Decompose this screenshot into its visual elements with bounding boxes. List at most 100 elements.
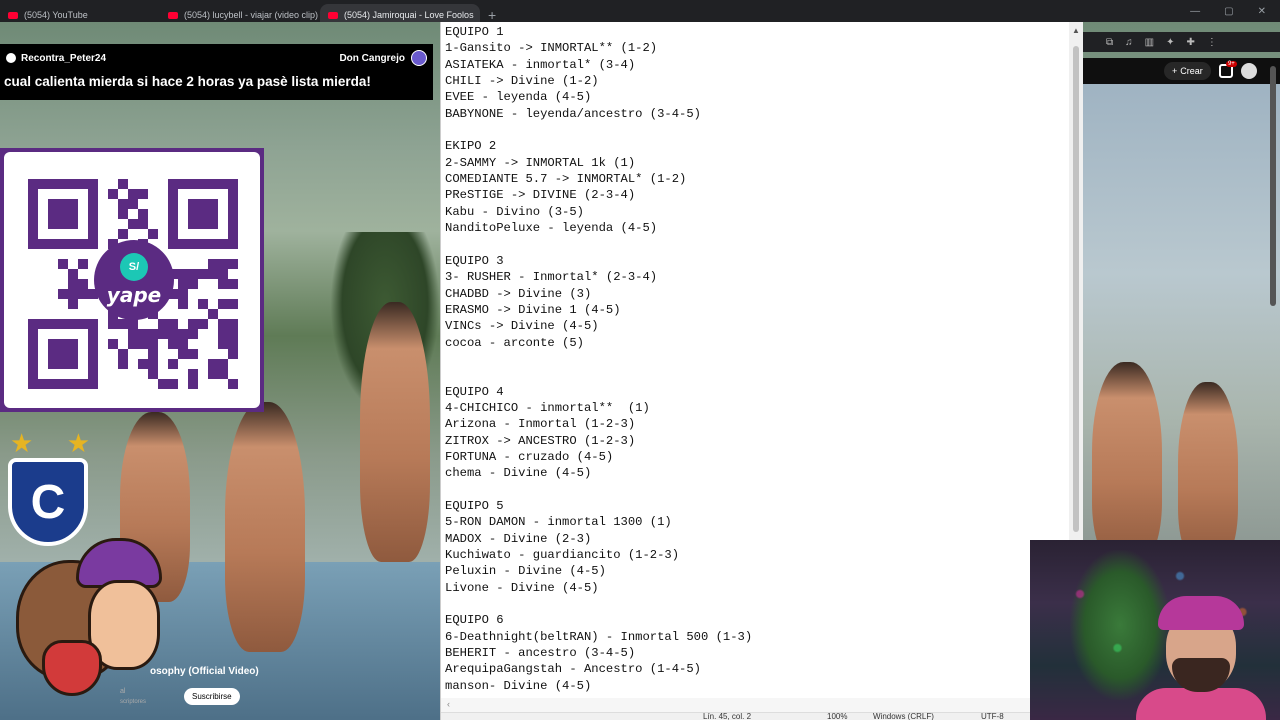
notepad-line: FORTUNA - cruzado (4-5) (445, 449, 614, 464)
donkey-mascot (6, 530, 166, 706)
video-title[interactable]: osophy (Official Video) (150, 666, 440, 682)
qr-module (68, 299, 78, 309)
qr-module (218, 319, 228, 329)
notification-count: 9+ (1225, 61, 1237, 67)
qr-module (148, 359, 158, 369)
music-icon[interactable]: ♫ (1125, 37, 1133, 48)
yape-wordmark: yape (106, 283, 162, 307)
minimize-icon[interactable]: — (1190, 6, 1200, 20)
notepad-line: 2-SAMMY -> INMORTAL 1k (1) (445, 155, 636, 170)
notepad-line: ASIATEKA - inmortal* (3-4) (445, 57, 636, 72)
notifications-bell-icon[interactable]: 9+ (1218, 61, 1237, 78)
qr-module (128, 199, 138, 209)
maximize-icon[interactable]: ▢ (1224, 6, 1233, 20)
create-button[interactable]: + Crear (1164, 62, 1211, 80)
qr-module (198, 319, 208, 329)
notepad-line: 6-Deathnight(beltRAN) - Inmortal 500 (1-… (445, 629, 753, 644)
notepad-line: Peluxin - Divine (4-5) (445, 564, 606, 579)
donor-name: Don Cangrejo (339, 52, 405, 64)
scroll-left-icon[interactable]: ‹ (447, 699, 450, 709)
page-scrollbar[interactable] (1270, 66, 1276, 306)
qr-module (188, 349, 198, 359)
create-label: Crear (1180, 66, 1203, 76)
qr-code: S/ yape (4, 152, 260, 408)
qr-module (218, 279, 228, 289)
notepad-line: VINCs -> Divine (4-5) (445, 319, 599, 334)
notepad-line: BABYNONE - leyenda/ancestro (3-4-5) (445, 106, 701, 121)
qr-module (128, 189, 138, 199)
video-scene-right (1082, 82, 1280, 562)
scroll-up-icon[interactable]: ▲ (1072, 26, 1080, 35)
account-avatar[interactable] (1240, 63, 1257, 79)
extension-icon[interactable]: ⧉ (1106, 37, 1113, 48)
notepad-line: COMEDIANTE 5.7 -> INMORTAL* (1-2) (445, 172, 687, 187)
qr-module (208, 359, 218, 369)
subscribe-button[interactable]: Suscribirse (184, 688, 240, 705)
qr-module (228, 319, 238, 329)
qr-module (208, 269, 218, 279)
qr-module (228, 329, 238, 339)
scrollbar-thumb[interactable] (1073, 46, 1079, 532)
qr-module (138, 339, 148, 349)
notepad-line: 3- RUSHER - Inmortal* (2-3-4) (445, 270, 658, 285)
qr-module (188, 319, 198, 329)
qr-module (178, 329, 188, 339)
qr-module (48, 199, 78, 229)
qr-module (148, 229, 158, 239)
qr-module (108, 189, 118, 199)
notepad-line: ERASMO -> Divine 1 (4-5) (445, 302, 621, 317)
qr-module (158, 329, 168, 339)
extension-icon[interactable]: ✦ (1166, 37, 1174, 48)
desktop-screen: (5054) YouTube (5054) lucybell - viajar … (0, 0, 1280, 720)
notepad-window: EQUIPO 1 1-Gansito -> INMORTAL** (1-2) ASI… (440, 22, 1084, 720)
notepad-line: chema - Divine (4-5) (445, 466, 592, 481)
qr-module (198, 299, 208, 309)
qr-module (78, 289, 88, 299)
qr-module (68, 289, 78, 299)
qr-module (168, 319, 178, 329)
notepad-line: manson- Divine (4-5) (445, 678, 592, 693)
notepad-line: NanditoPeluxe - leyenda (4-5) (445, 221, 658, 236)
notepad-text-area[interactable]: EQUIPO 1 1-Gansito -> INMORTAL** (1-2) ASI… (445, 24, 1065, 700)
qr-module (218, 299, 228, 309)
qr-module (138, 209, 148, 219)
qr-module (78, 279, 88, 289)
qr-module (178, 269, 188, 279)
close-window-icon[interactable]: ✕ (1258, 6, 1266, 20)
youtube-header-right: + Crear 9+ (1082, 58, 1280, 84)
qr-module (188, 279, 198, 289)
notepad-horizontal-scrollbar[interactable]: ‹ (441, 698, 1070, 712)
qr-module (108, 339, 118, 349)
qr-module (178, 279, 188, 289)
qr-module (228, 299, 238, 309)
menu-icon[interactable]: ⋮ (1207, 37, 1217, 48)
qr-module (138, 189, 148, 199)
youtube-icon (8, 11, 18, 19)
mascot-mouth (42, 640, 102, 696)
notepad-line (445, 367, 1065, 383)
qr-module (78, 259, 88, 269)
notepad-line: 4-CHICHICO - inmortal** (1) (445, 400, 650, 415)
qr-module (168, 329, 178, 339)
sidebar-icon[interactable]: ▥ (1145, 37, 1154, 48)
qr-module (228, 279, 238, 289)
qr-module (118, 229, 128, 239)
notepad-line: EQUIPO 5 (445, 498, 504, 513)
notepad-line: EQUIPO 4 (445, 384, 504, 399)
notepad-line: MADOX - Divine (2-3) (445, 531, 592, 546)
qr-module (138, 329, 148, 339)
dancer-figure (1178, 382, 1238, 562)
qr-module (118, 349, 128, 359)
puzzle-icon[interactable]: ✚ (1186, 37, 1194, 48)
channel-name[interactable]: al (120, 688, 125, 695)
dancer-figure (360, 302, 430, 562)
notepad-line: Livone - Divine (4-5) (445, 580, 599, 595)
qr-module (228, 379, 238, 389)
qr-module (118, 359, 128, 369)
qr-module (228, 259, 238, 269)
notepad-line: EQUIPO 1 (445, 25, 504, 39)
notepad-line: PReSTIGE -> DIVINE (2-3-4) (445, 188, 636, 203)
notepad-line (445, 122, 1065, 138)
qr-module (188, 329, 198, 339)
chat-username: Recontra_Peter24 (21, 52, 107, 64)
